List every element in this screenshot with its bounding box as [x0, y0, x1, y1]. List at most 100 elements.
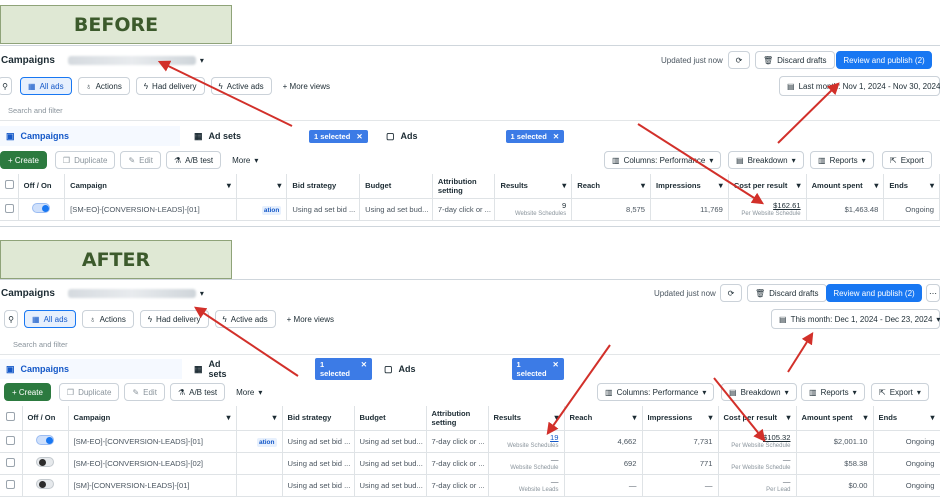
row-select-cell[interactable] [0, 198, 19, 221]
col-ends[interactable]: Ends [883, 174, 940, 199]
duplicate-button[interactable]: ❐ Duplicate [58, 383, 120, 401]
col-cost-per-result[interactable]: Cost per result [718, 406, 797, 431]
view-active-ads[interactable]: ϟ Active ads [214, 310, 276, 328]
col-ends[interactable]: Ends [873, 406, 940, 431]
row-checkbox[interactable] [6, 457, 16, 467]
create-button[interactable]: + Create [0, 151, 47, 169]
breakdown-dropdown[interactable]: ▤ Breakdown ▾ [721, 383, 797, 401]
more-views-button[interactable]: + More views [276, 77, 337, 95]
tab-ads[interactable]: ▢ Ads 1 selected ✕ [378, 358, 564, 380]
more-button[interactable]: More ▾ [229, 383, 269, 401]
ads-selected-chip[interactable]: 1 selected ✕ [511, 358, 564, 380]
reports-dropdown[interactable]: ▥ Reports ▾ [810, 151, 874, 169]
view-active-ads[interactable]: ϟ Active ads [210, 77, 272, 95]
search-filter-input[interactable]: Search and filter [13, 340, 68, 349]
col-reach[interactable]: Reach [564, 406, 643, 431]
campaign-name-link[interactable]: [SM-EO]-[CONVERSION-LEADS]-[01] [68, 430, 237, 453]
col-budget[interactable]: Budget [354, 406, 427, 431]
select-all-cell[interactable] [0, 174, 19, 199]
refresh-button[interactable]: ⟳ [720, 284, 742, 302]
col-attribution[interactable]: Attribution setting [426, 406, 489, 431]
table-row[interactable]: [SM-EO]-[CONVERSION-LEADS]-[01] ation Us… [0, 430, 940, 453]
search-toggle-button[interactable]: ⚲ [0, 77, 12, 95]
campaign-toggle[interactable] [32, 203, 51, 213]
columns-dropdown[interactable]: ▥ Columns: Performance ▾ [604, 151, 722, 169]
adsets-selected-chip[interactable]: 1 selected ✕ [309, 129, 368, 143]
col-budget[interactable]: Budget [359, 174, 433, 199]
adsets-selected-chip[interactable]: 1 selected ✕ [314, 358, 372, 380]
discard-drafts-button[interactable]: 🗑 Discard drafts [747, 284, 827, 302]
search-toggle-button[interactable]: ⚲ [4, 310, 18, 328]
ab-test-button[interactable]: ⚗ A/B test [169, 383, 226, 401]
view-actions[interactable]: ♁ Actions [81, 310, 134, 328]
col-campaign[interactable]: Campaign [68, 406, 237, 431]
discard-drafts-button[interactable]: 🗑 Discard drafts [755, 51, 835, 69]
col-amount-spent[interactable]: Amount spent [796, 406, 874, 431]
duplicate-button[interactable]: ❐ Duplicate [54, 151, 116, 169]
date-range-picker[interactable]: ▤This month: Dec 1, 2024 - Dec 23, 2024▾ [771, 309, 940, 329]
more-options-button[interactable]: ⋯ [926, 284, 940, 302]
review-publish-button[interactable]: Review and publish (2) [826, 284, 922, 302]
table-row[interactable]: [SM-EO]-[CONVERSION-LEADS]-[02] Using ad… [0, 452, 940, 475]
col-reach[interactable]: Reach [571, 174, 652, 199]
table-row[interactable]: [SM]-[CONVERSION-LEADS]-[01] Using ad se… [0, 474, 940, 497]
more-button[interactable]: More ▾ [225, 151, 265, 169]
export-button[interactable]: ⇱ Export [882, 151, 932, 169]
view-all-ads[interactable]: ▦ All ads [24, 310, 76, 328]
reports-dropdown[interactable]: ▥ Reports ▾ [801, 383, 865, 401]
campaign-toggle[interactable] [36, 479, 54, 489]
row-toggle-cell[interactable] [22, 474, 69, 497]
columns-dropdown[interactable]: ▥ Columns: Performance ▾ [597, 383, 715, 401]
row-toggle-cell[interactable] [18, 198, 66, 221]
view-had-delivery[interactable]: ϟ Had delivery [135, 77, 205, 95]
col-amount-spent[interactable]: Amount spent [806, 174, 885, 199]
tab-ad-sets[interactable]: ▦ Ad sets 1 selected ✕ [188, 358, 372, 380]
col-results[interactable]: Results [494, 174, 573, 199]
row-toggle-cell[interactable] [22, 452, 69, 475]
col-attribution[interactable]: Attribution setting [432, 174, 496, 199]
tab-ad-sets[interactable]: ▦ Ad sets 1 selected ✕ [188, 126, 376, 146]
col-delivery[interactable] [236, 174, 288, 199]
campaign-name-link[interactable]: [SM-EO]-[CONVERSION-LEADS]-[01] [64, 198, 237, 221]
campaign-name-link[interactable]: [SM]-[CONVERSION-LEADS]-[01] [68, 474, 237, 497]
row-select-cell[interactable] [0, 452, 23, 475]
col-campaign[interactable]: Campaign [64, 174, 237, 199]
table-row[interactable]: [SM-EO]-[CONVERSION-LEADS]-[01] ation Us… [0, 198, 940, 221]
search-filter-input[interactable]: Search and filter [8, 106, 63, 115]
select-all-checkbox[interactable] [5, 180, 14, 190]
breakdown-dropdown[interactable]: ▤ Breakdown ▾ [728, 151, 804, 169]
col-bid-strategy[interactable]: Bid strategy [282, 406, 355, 431]
col-impressions[interactable]: Impressions [650, 174, 729, 199]
edit-button[interactable]: ✎ Edit [124, 383, 165, 401]
col-impressions[interactable]: Impressions [642, 406, 719, 431]
review-publish-button[interactable]: Review and publish (2) [836, 51, 932, 69]
date-range-picker[interactable]: ▤ Last month: Nov 1, 2024 - Nov 30, 2024 [779, 76, 940, 96]
tab-campaigns[interactable]: ▣ Campaigns [0, 126, 180, 146]
row-checkbox[interactable] [6, 479, 16, 489]
account-selector[interactable]: ▾ [61, 51, 211, 69]
row-checkbox[interactable] [5, 203, 14, 213]
col-bid-strategy[interactable]: Bid strategy [286, 174, 361, 199]
campaign-toggle[interactable] [36, 457, 54, 467]
export-button[interactable]: ⇱ Export ▾ [871, 383, 929, 401]
account-selector[interactable]: ▾ [61, 284, 211, 302]
col-cost-per-result[interactable]: Cost per result [728, 174, 807, 199]
select-all-checkbox[interactable] [6, 412, 16, 422]
col-results[interactable]: Results [488, 406, 565, 431]
view-actions[interactable]: ♁ Actions [77, 77, 130, 95]
view-all-ads[interactable]: ▦ All ads [20, 77, 72, 95]
campaign-name-link[interactable]: [SM-EO]-[CONVERSION-LEADS]-[02] [68, 452, 237, 475]
more-views-button[interactable]: + More views [280, 310, 341, 328]
campaign-toggle[interactable] [36, 435, 54, 445]
row-checkbox[interactable] [6, 435, 16, 445]
select-all-cell[interactable] [0, 406, 23, 431]
ads-selected-chip[interactable]: 1 selected ✕ [505, 129, 565, 143]
create-button[interactable]: + Create [4, 383, 51, 401]
tab-ads[interactable]: ▢ Ads 1 selected ✕ [380, 126, 570, 146]
refresh-button[interactable]: ⟳ [728, 51, 750, 69]
view-had-delivery[interactable]: ϟ Had delivery [139, 310, 209, 328]
edit-button[interactable]: ✎ Edit [120, 151, 161, 169]
row-select-cell[interactable] [0, 430, 23, 453]
row-select-cell[interactable] [0, 474, 23, 497]
tab-campaigns[interactable]: ▣ Campaigns [0, 359, 182, 379]
